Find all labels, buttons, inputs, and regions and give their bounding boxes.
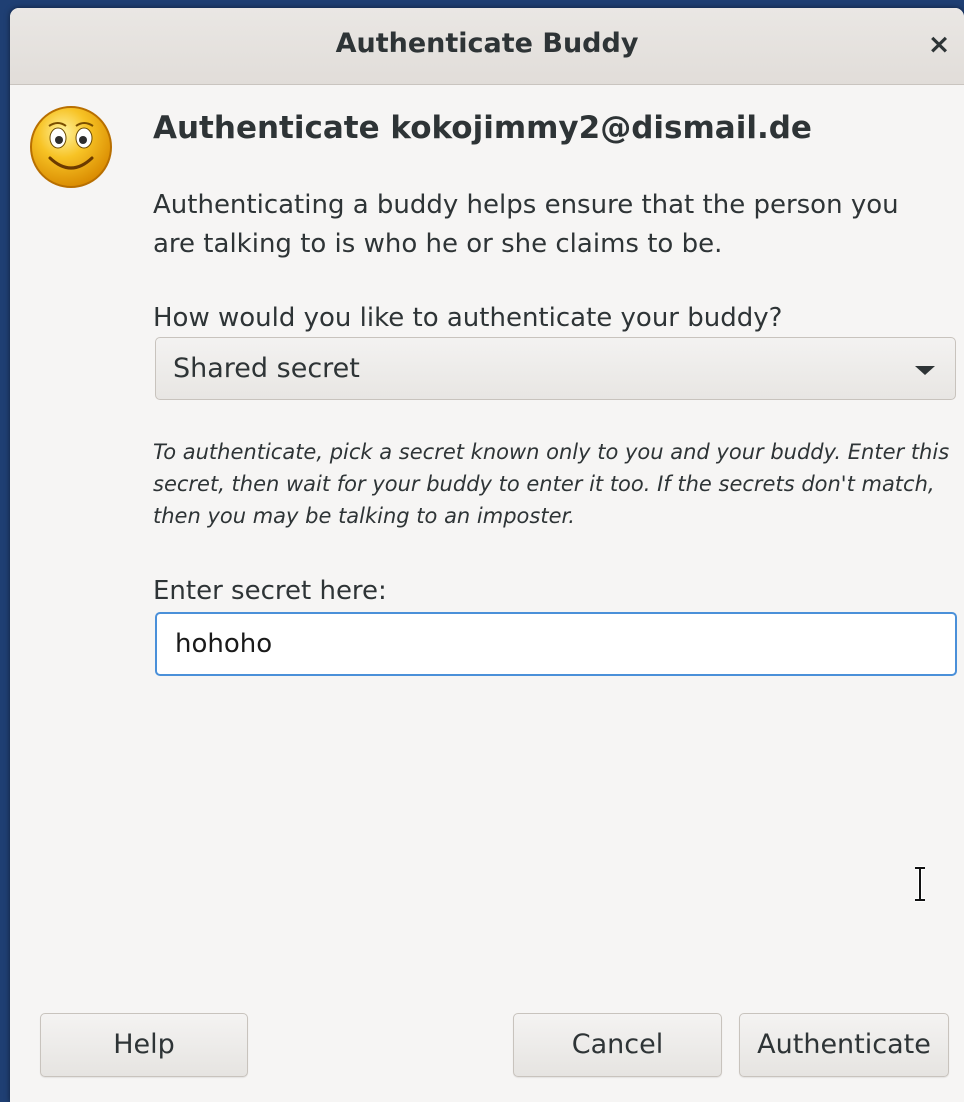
authenticate-button[interactable]: Authenticate [739, 1013, 949, 1077]
dialog-heading: Authenticate kokojimmy2@dismail.de [153, 110, 812, 146]
close-button[interactable]: × [924, 28, 954, 62]
window-title: Authenticate Buddy [335, 28, 639, 59]
text-cursor-icon [915, 866, 925, 902]
chevron-down-icon [915, 366, 935, 375]
help-button[interactable]: Help [40, 1013, 248, 1077]
title-bar[interactable]: Authenticate Buddy × [10, 8, 964, 85]
authenticate-dialog: Authenticate Buddy × Authenticate kokoji… [10, 8, 964, 1102]
secret-input[interactable] [155, 612, 957, 676]
secret-label: Enter secret here: [153, 576, 387, 606]
description-text: Authenticating a buddy helps ensure that… [153, 190, 899, 259]
smiley-face-icon [30, 106, 112, 188]
method-question-label: How would you like to authenticate your … [153, 303, 783, 333]
close-icon: × [927, 29, 951, 60]
shared-secret-hint: To authenticate, pick a secret known onl… [153, 440, 950, 528]
cancel-button[interactable]: Cancel [513, 1013, 722, 1077]
auth-method-dropdown[interactable]: Shared secret [155, 337, 956, 400]
auth-method-selected: Shared secret [173, 353, 360, 384]
